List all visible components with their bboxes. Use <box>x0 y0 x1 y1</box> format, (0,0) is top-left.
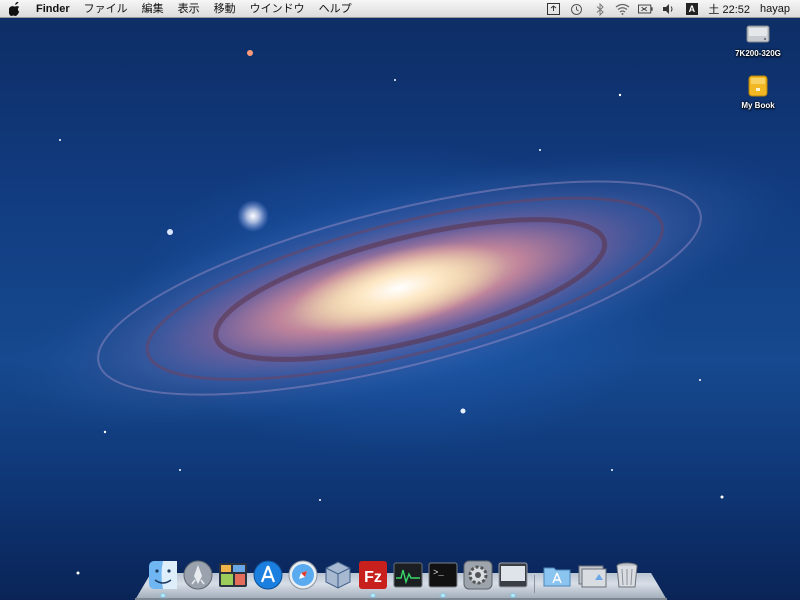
activity-monitor-icon <box>393 562 423 588</box>
filezilla-glyph: Fz <box>364 569 382 586</box>
screen-sharing-icon[interactable] <box>546 3 561 16</box>
time-machine-icon[interactable] <box>569 3 584 16</box>
input-method-icon[interactable]: A <box>684 3 699 16</box>
dock-item-downloads-stack[interactable] <box>576 559 608 591</box>
filezilla-icon: Fz <box>359 561 387 589</box>
running-indicator <box>441 594 445 597</box>
running-indicator <box>371 594 375 597</box>
dock-item-app-store[interactable] <box>252 559 284 591</box>
menu-bar: Finder ファイル 編集 表示 移動 ウインドウ ヘルプ A 土 22:52… <box>0 0 800 18</box>
mission-control-icon <box>219 563 247 587</box>
terminal-glyph: >_ <box>433 568 444 578</box>
dock-item-safari[interactable] <box>287 559 319 591</box>
dock-item-display-app[interactable] <box>497 559 529 597</box>
dock-separator <box>532 561 538 593</box>
volume-icon[interactable] <box>661 3 676 16</box>
desktop[interactable]: 7K200-320G My Book Fz >_ <box>0 0 800 600</box>
dock-item-system-preferences[interactable] <box>462 559 494 591</box>
dock-item-applications-folder[interactable] <box>541 559 573 591</box>
battery-icon[interactable] <box>638 3 653 16</box>
dock-item-filezilla[interactable]: Fz <box>357 559 389 597</box>
virtualbox-icon <box>325 561 351 589</box>
input-method-glyph: A <box>685 3 698 15</box>
dock-item-activity-monitor[interactable] <box>392 559 424 591</box>
terminal-icon: >_ <box>428 562 458 588</box>
dock-item-finder[interactable] <box>147 559 179 597</box>
menu-user[interactable]: hayap <box>755 3 800 15</box>
dock-item-terminal[interactable]: >_ <box>427 559 459 597</box>
running-indicator <box>161 594 165 597</box>
applications-folder-icon <box>543 567 571 587</box>
external-drive-icon <box>745 74 771 98</box>
dock-item-trash[interactable] <box>611 559 643 591</box>
launchpad-icon <box>183 560 213 590</box>
menu-help[interactable]: ヘルプ <box>312 1 359 18</box>
hard-drive-icon <box>745 22 771 46</box>
system-preferences-icon <box>463 560 493 590</box>
display-icon <box>498 562 528 588</box>
bluetooth-icon[interactable] <box>592 2 607 16</box>
menu-edit[interactable]: 編集 <box>135 1 171 18</box>
menu-view[interactable]: 表示 <box>171 1 207 18</box>
dock-item-virtualbox[interactable] <box>322 559 354 591</box>
safari-icon <box>288 560 318 590</box>
finder-icon <box>149 561 177 589</box>
desktop-icon-label: 7K200-320G <box>735 49 781 58</box>
desktop-icon-label: My Book <box>741 101 775 110</box>
trash-icon <box>616 562 638 588</box>
app-store-icon <box>253 560 283 590</box>
desktop-icon-external-drive[interactable]: My Book <box>725 74 791 110</box>
apple-logo-icon <box>9 2 20 16</box>
menu-window[interactable]: ウインドウ <box>243 1 312 18</box>
menu-clock[interactable]: 土 22:52 <box>703 1 755 17</box>
menu-go[interactable]: 移動 <box>207 1 243 18</box>
dock-item-mission-control[interactable] <box>217 559 249 591</box>
dock-item-launchpad[interactable] <box>182 559 214 591</box>
wifi-icon[interactable] <box>615 3 630 16</box>
downloads-stack-icon <box>578 565 607 588</box>
dock: Fz >_ <box>135 555 667 600</box>
apple-menu[interactable] <box>0 2 30 16</box>
desktop-icon-hard-drive[interactable]: 7K200-320G <box>725 22 791 58</box>
running-indicator <box>511 594 515 597</box>
wallpaper-andromeda-galaxy <box>1 50 799 575</box>
menu-app-finder[interactable]: Finder <box>30 1 77 18</box>
menu-file[interactable]: ファイル <box>77 1 135 18</box>
